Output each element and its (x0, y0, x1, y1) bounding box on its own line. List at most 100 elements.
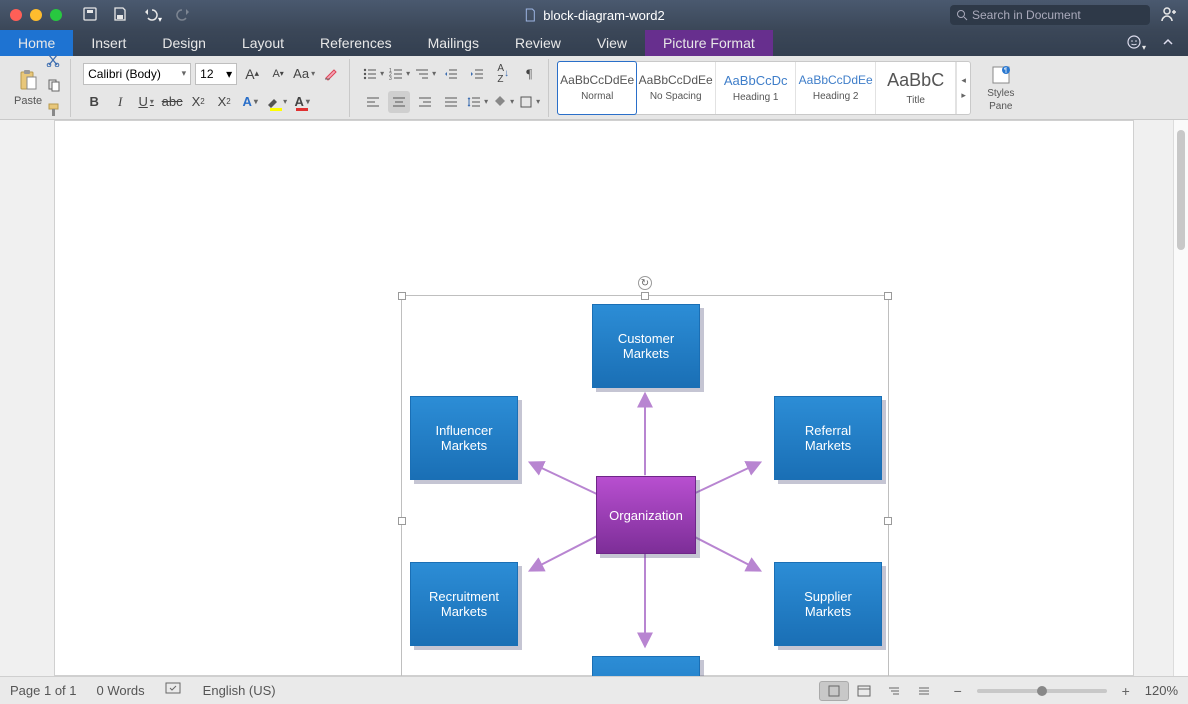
spellcheck-icon[interactable] (165, 682, 183, 699)
node-internal[interactable]: InternalMarkets (592, 656, 700, 676)
underline-button[interactable]: U▾ (135, 91, 157, 113)
numbering-icon[interactable]: 123▾ (388, 63, 410, 85)
ribbon: Paste Calibri (Body)▾ 12▾ A▴ A▾ Aa▾ B I … (0, 56, 1188, 120)
style-normal[interactable]: AaBbCcDdEe Normal (557, 61, 637, 115)
node-label: Referral (805, 423, 851, 438)
style-heading1[interactable]: AaBbCcDc Heading 1 (716, 62, 796, 114)
rotate-handle[interactable] (638, 276, 652, 290)
font-color-icon[interactable]: A▾ (291, 91, 313, 113)
strike-button[interactable]: abc (161, 91, 183, 113)
zoom-out-button[interactable]: − (951, 683, 965, 699)
line-spacing-icon[interactable]: ▾ (466, 91, 488, 113)
vertical-scrollbar[interactable] (1173, 120, 1188, 676)
show-marks-icon[interactable]: ¶ (518, 63, 540, 85)
superscript-button[interactable]: X2 (213, 91, 235, 113)
style-no-spacing[interactable]: AaBbCcDdEe No Spacing (636, 62, 716, 114)
node-supplier[interactable]: SupplierMarkets (774, 562, 882, 646)
styles-more-icon[interactable]: ◂▸ (956, 62, 970, 114)
style-preview: AaBbCcDdEe (639, 73, 713, 87)
tab-home[interactable]: Home (0, 30, 73, 56)
sort-icon[interactable]: AZ↓ (492, 63, 514, 85)
node-recruitment[interactable]: RecruitmentMarkets (410, 562, 518, 646)
word-count[interactable]: 0 Words (97, 683, 145, 698)
style-heading2[interactable]: AaBbCcDdEe Heading 2 (796, 62, 876, 114)
bold-button[interactable]: B (83, 91, 105, 113)
share-icon[interactable] (1160, 5, 1178, 26)
align-left-icon[interactable] (362, 91, 384, 113)
web-layout-view[interactable] (849, 681, 879, 701)
zoom-in-button[interactable]: + (1119, 683, 1133, 699)
collapse-ribbon-icon[interactable] (1160, 34, 1176, 53)
subscript-button[interactable]: X2 (187, 91, 209, 113)
node-customer[interactable]: CustomerMarkets (592, 304, 700, 388)
copy-icon[interactable] (46, 78, 62, 97)
font-size-select[interactable]: 12▾ (195, 63, 237, 85)
increase-indent-icon[interactable] (466, 63, 488, 85)
styles-pane-label1: Styles (987, 88, 1014, 99)
page[interactable]: Organization CustomerMarkets InfluencerM… (54, 120, 1134, 676)
node-referral[interactable]: ReferralMarkets (774, 396, 882, 480)
minimize-window[interactable] (30, 9, 42, 21)
maximize-window[interactable] (50, 9, 62, 21)
print-layout-view[interactable] (819, 681, 849, 701)
tab-layout[interactable]: Layout (224, 30, 302, 56)
document-icon (523, 8, 537, 22)
undo-icon[interactable]: ▾ (142, 6, 162, 25)
zoom-slider[interactable] (977, 689, 1107, 693)
search-input[interactable]: Search in Document (950, 5, 1150, 25)
tab-picture-format[interactable]: Picture Format (645, 30, 773, 56)
justify-icon[interactable] (440, 91, 462, 113)
zoom-level[interactable]: 120% (1145, 683, 1178, 698)
decrease-font-icon[interactable]: A▾ (267, 63, 289, 85)
tab-insert[interactable]: Insert (73, 30, 144, 56)
node-label: Influencer (435, 423, 492, 438)
svg-text:¶: ¶ (1004, 68, 1007, 74)
tab-design[interactable]: Design (144, 30, 224, 56)
italic-button[interactable]: I (109, 91, 131, 113)
bullets-icon[interactable]: ▾ (362, 63, 384, 85)
style-label: No Spacing (650, 91, 702, 102)
page-indicator[interactable]: Page 1 of 1 (10, 683, 77, 698)
change-case-icon[interactable]: Aa▾ (293, 63, 315, 85)
borders-icon[interactable]: ▾ (518, 91, 540, 113)
language-indicator[interactable]: English (US) (203, 683, 276, 698)
picture-selection[interactable]: Organization CustomerMarkets InfluencerM… (401, 295, 889, 676)
shading-icon[interactable]: ▾ (492, 91, 514, 113)
node-label: Recruitment (429, 589, 499, 604)
styles-gallery[interactable]: AaBbCcDdEe Normal AaBbCcDdEe No Spacing … (557, 61, 971, 115)
node-influencer[interactable]: InfluencerMarkets (410, 396, 518, 480)
highlight-icon[interactable]: ▾ (265, 91, 287, 113)
style-title[interactable]: AaBbC Title (876, 62, 956, 114)
feedback-icon[interactable]: ▾ (1126, 34, 1146, 53)
text-effects-icon[interactable]: A▾ (239, 91, 261, 113)
style-label: Title (906, 95, 925, 106)
tab-review[interactable]: Review (497, 30, 579, 56)
autosave-icon[interactable] (82, 6, 98, 25)
decrease-indent-icon[interactable] (440, 63, 462, 85)
increase-font-icon[interactable]: A▴ (241, 63, 263, 85)
cut-icon[interactable] (46, 53, 62, 72)
paste-button[interactable]: Paste (14, 69, 42, 107)
draft-view[interactable] (909, 681, 939, 701)
save-icon[interactable] (112, 6, 128, 25)
node-label: Markets (805, 438, 851, 453)
node-label: Organization (609, 508, 683, 523)
tab-mailings[interactable]: Mailings (410, 30, 497, 56)
styles-pane-group: ¶ Styles Pane (979, 59, 1022, 117)
close-window[interactable] (10, 9, 22, 21)
node-label: Markets (441, 604, 487, 619)
zoom-slider-knob[interactable] (1037, 686, 1047, 696)
align-right-icon[interactable] (414, 91, 436, 113)
node-organization[interactable]: Organization (596, 476, 696, 554)
redo-icon[interactable] (176, 6, 192, 25)
tab-references[interactable]: References (302, 30, 410, 56)
font-name-select[interactable]: Calibri (Body)▾ (83, 63, 191, 85)
multilevel-list-icon[interactable]: ▾ (414, 63, 436, 85)
tab-view[interactable]: View (579, 30, 645, 56)
clear-formatting-icon[interactable] (319, 63, 341, 85)
outline-view[interactable] (879, 681, 909, 701)
align-center-icon[interactable] (388, 91, 410, 113)
scrollbar-thumb[interactable] (1177, 130, 1185, 250)
styles-group: AaBbCcDdEe Normal AaBbCcDdEe No Spacing … (553, 59, 975, 117)
styles-pane-button[interactable]: ¶ Styles Pane (987, 64, 1014, 112)
